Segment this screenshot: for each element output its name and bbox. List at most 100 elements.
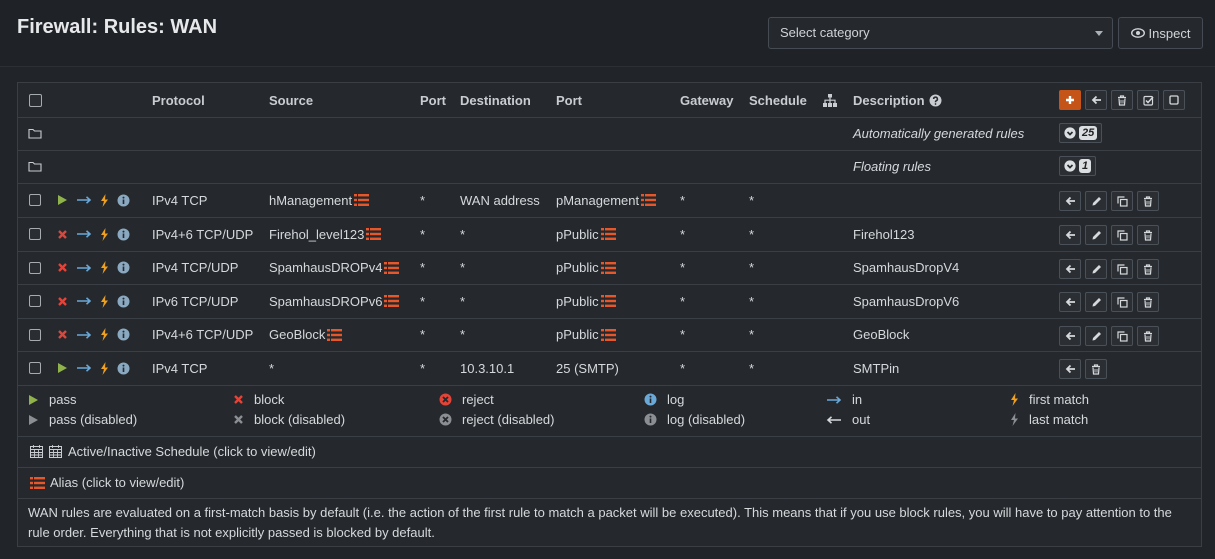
enable-selected-button[interactable] [1137,90,1159,110]
expand-group-button[interactable]: 25 [1059,123,1103,143]
rule-action-icon[interactable] [57,194,68,206]
group-row-floating[interactable]: Floating rules 1 [18,150,1201,184]
alias-list-icon[interactable] [327,328,343,341]
rule-dest-port: pPublic [556,284,616,318]
move-rule-button[interactable] [1059,191,1081,211]
copy-rule-button[interactable] [1111,326,1133,346]
inspect-button[interactable]: Inspect [1118,17,1203,49]
legend-last-match-label: last match [1029,412,1089,427]
move-rule-button[interactable] [1059,259,1081,279]
delete-rule-button[interactable] [1137,225,1159,245]
arrow-left-icon [1065,230,1075,240]
rule-source-text: Firehol_level123 [269,226,365,242]
table-row[interactable]: IPv4 TCP/UDP SpamhausDROPv4 * * pPublic … [18,251,1201,285]
copy-rule-button[interactable] [1111,259,1133,279]
expand-group-button[interactable]: 1 [1059,156,1097,176]
rule-dest-port: pPublic [556,318,616,351]
col-description: Description [853,83,942,117]
edit-rule-button[interactable] [1085,259,1107,279]
select-all-checkbox[interactable] [29,93,42,107]
info-icon[interactable] [117,295,130,308]
table-row[interactable]: IPv4 TCP * * 10.3.10.1 25 (SMTP) * * SMT… [18,351,1201,386]
inspect-label: Inspect [1148,25,1191,41]
rule-port: * [420,226,426,242]
play-icon [58,363,67,373]
clone-icon [1116,229,1128,241]
copy-rule-button[interactable] [1111,225,1133,245]
rule-action-icon[interactable] [57,229,68,240]
rule-protocol: IPv4+6 TCP/UDP [152,226,254,242]
rule-checkbox[interactable] [29,228,41,240]
alias-list-icon[interactable] [641,194,657,206]
alias-list-icon[interactable] [354,194,370,206]
move-selected-button[interactable] [1085,90,1107,110]
rule-dest-port-text: pPublic [556,260,599,275]
copy-rule-button[interactable] [1111,292,1133,312]
rule-checkbox[interactable] [29,362,41,374]
edit-rule-button[interactable] [1085,326,1107,346]
delete-rule-button[interactable] [1137,191,1159,211]
rule-checkbox[interactable] [29,295,41,307]
alias-list-icon[interactable] [384,295,400,307]
sitemap-icon [823,83,837,117]
rule-status-icons [57,351,130,385]
rule-destination: 10.3.10.1 [460,360,515,376]
rule-checkbox[interactable] [29,194,41,206]
rules-info-text: WAN rules are evaluated on a first-match… [28,505,1172,540]
bolt-icon [101,227,108,241]
move-rule-button[interactable] [1059,225,1081,245]
table-row[interactable]: IPv4+6 TCP/UDP Firehol_level123 * * pPub… [18,217,1201,252]
edit-rule-button[interactable] [1085,191,1107,211]
info-icon[interactable] [117,194,130,207]
move-rule-button[interactable] [1059,292,1081,312]
pencil-icon [1092,331,1101,340]
edit-rule-button[interactable] [1085,292,1107,312]
bolt-icon [1011,393,1018,406]
alias-list-icon[interactable] [384,261,400,274]
disable-selected-button[interactable] [1163,90,1185,110]
legend-reject-label: reject [462,392,494,407]
delete-rule-button[interactable] [1137,259,1159,279]
rule-action-icon[interactable] [57,362,68,374]
move-rule-button[interactable] [1059,359,1081,379]
edit-rule-button[interactable] [1085,225,1107,245]
info-icon[interactable] [117,228,130,241]
alias-list-icon[interactable] [600,328,616,341]
alias-list-icon[interactable] [600,261,616,274]
info-icon[interactable] [117,261,130,274]
rule-protocol: IPv6 TCP/UDP [152,293,239,309]
delete-rule-button[interactable] [1137,292,1159,312]
category-select[interactable]: Select category [768,17,1113,49]
list-icon [30,476,45,489]
group-row-automatic[interactable]: Automatically generated rules 25 [18,117,1201,151]
group-count-badge: 1 [1079,159,1092,173]
col-dest-port: Port [556,92,582,108]
delete-selected-button[interactable] [1111,90,1133,110]
add-rule-button[interactable] [1059,90,1081,110]
info-icon[interactable] [117,328,130,341]
rule-destination: * [460,226,466,242]
move-rule-button[interactable] [1059,326,1081,346]
table-row[interactable]: IPv6 TCP/UDP SpamhausDROPv6 * * pPublic … [18,284,1201,319]
rule-action-icon[interactable] [57,296,68,307]
delete-rule-button[interactable] [1137,326,1159,346]
copy-rule-button[interactable] [1111,191,1133,211]
rule-action-icon[interactable] [57,262,68,273]
alias-list-icon[interactable] [366,228,382,240]
help-icon[interactable] [929,94,942,107]
rule-dest-port: pPublic [556,251,616,284]
alias-list-icon[interactable] [600,228,616,240]
col-source: Source [269,92,314,108]
bolt-icon [1011,413,1018,426]
info-icon[interactable] [117,362,130,375]
rule-checkbox[interactable] [29,261,41,274]
table-row[interactable]: IPv4+6 TCP/UDP GeoBlock * * pPublic * * … [18,318,1201,352]
rule-destination: * [460,293,466,309]
alias-list-icon[interactable] [600,295,616,307]
table-row[interactable]: IPv4 TCP hManagement * WAN address pMana… [18,183,1201,218]
play-icon [58,195,67,205]
rule-action-icon[interactable] [57,329,68,340]
delete-rule-button[interactable] [1085,359,1107,379]
rule-schedule: * [749,293,755,309]
rule-checkbox[interactable] [29,328,41,341]
